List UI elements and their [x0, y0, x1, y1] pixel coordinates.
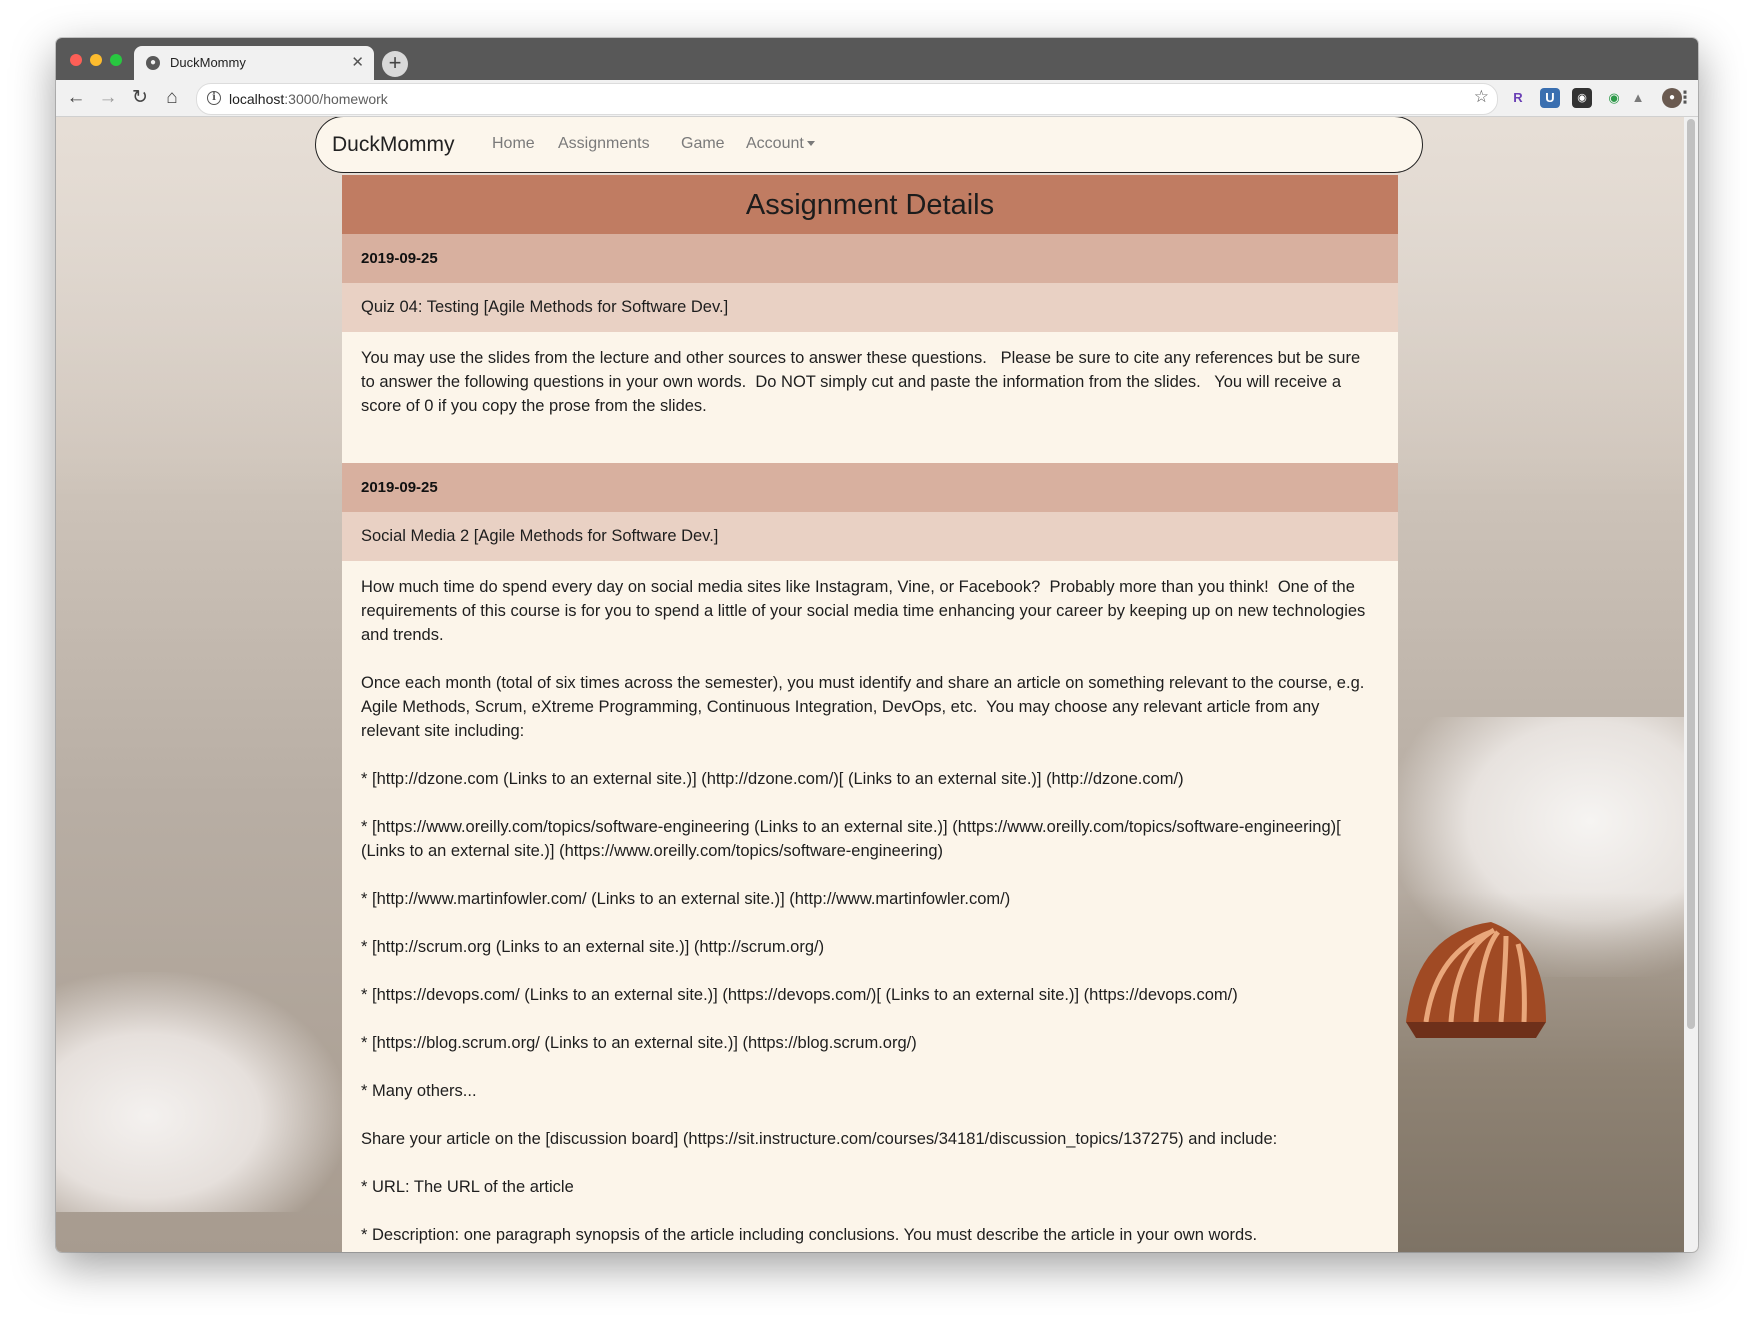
extension-drive-icon[interactable]: ▲ [1628, 88, 1648, 108]
description-paragraph: How much time do spend every day on soci… [361, 578, 1370, 644]
page-title: Assignment Details [342, 175, 1398, 234]
assignment-card: 2019-09-25 Social Media 2 [Agile Methods… [342, 463, 1398, 1247]
description-link-item: * [https://blog.scrum.org/ (Links to an … [361, 1034, 917, 1052]
extension-green-icon[interactable]: ◉ [1604, 88, 1624, 108]
description-link-item: * Many others... [361, 1082, 477, 1100]
description-paragraph: Share your article on the [discussion bo… [361, 1130, 1278, 1148]
scrollbar[interactable] [1684, 117, 1698, 1252]
browser-window: ● DuckMommy ✕ + ← → ↻ ⌂ i localhost:3000… [56, 38, 1698, 1252]
info-icon[interactable]: i [207, 91, 221, 105]
description-link-item: * [https://www.oreilly.com/topics/softwa… [361, 818, 1346, 860]
main-navbar: DuckMommy Home Assignments Game Account [315, 117, 1423, 173]
star-icon[interactable]: ☆ [1474, 87, 1489, 107]
scrollbar-thumb[interactable] [1687, 119, 1695, 1029]
description-link-item: * [http://scrum.org (Links to an externa… [361, 938, 825, 956]
assignment-details-panel: Assignment Details 2019-09-25 Quiz 04: T… [342, 175, 1398, 1252]
close-window-button[interactable] [70, 54, 82, 66]
browser-toolbar: ← → ↻ ⌂ i localhost:3000/homework ☆ R U … [56, 80, 1698, 117]
description-paragraph: Once each month (total of six times acro… [361, 674, 1369, 740]
description-link-item: * [https://devops.com/ (Links to an exte… [361, 986, 1238, 1004]
description-list-item: * URL: The URL of the article [361, 1178, 574, 1196]
assignment-date: 2019-09-25 [342, 234, 1398, 283]
brand-link[interactable]: DuckMommy [332, 133, 455, 157]
new-tab-button[interactable]: + [382, 51, 408, 77]
extension-incognito-icon[interactable]: ◉ [1572, 88, 1592, 108]
title-bar: ● DuckMommy ✕ + [56, 38, 1698, 80]
seashell-icon [1406, 922, 1546, 1038]
home-icon[interactable]: ⌂ [158, 84, 186, 112]
page-viewport: DuckMommy Home Assignments Game Account … [56, 117, 1698, 1252]
back-icon[interactable]: ← [62, 84, 90, 112]
caret-down-icon [806, 141, 815, 147]
assignment-card: 2019-09-25 Quiz 04: Testing [Agile Metho… [342, 234, 1398, 463]
account-dropdown[interactable]: Account [746, 135, 815, 153]
nav-link-assignments[interactable]: Assignments [558, 135, 650, 153]
account-label: Account [746, 135, 804, 152]
tab-title: DuckMommy [170, 55, 246, 70]
description-list-item: * Description: one paragraph synopsis of… [361, 1226, 1258, 1244]
minimize-window-button[interactable] [90, 54, 102, 66]
assignment-description: You may use the slides from the lecture … [342, 332, 1398, 463]
zoom-window-button[interactable] [110, 54, 122, 66]
extension-shield-icon[interactable]: U [1540, 88, 1560, 108]
description-paragraph: You may use the slides from the lecture … [361, 349, 1365, 415]
assignment-name: Quiz 04: Testing [Agile Methods for Soft… [342, 283, 1398, 332]
extension-r-icon[interactable]: R [1508, 88, 1528, 108]
description-link-item: * [http://dzone.com (Links to an externa… [361, 770, 1184, 788]
browser-tab[interactable]: ● DuckMommy ✕ [134, 46, 374, 80]
assignment-date: 2019-09-25 [342, 463, 1398, 512]
nav-link-game[interactable]: Game [681, 135, 725, 153]
globe-icon: ● [146, 56, 160, 70]
assignment-description: How much time do spend every day on soci… [342, 561, 1398, 1247]
menu-icon[interactable]: ⋮ [1676, 88, 1694, 108]
url-text[interactable]: localhost:3000/homework [229, 91, 388, 107]
reload-icon[interactable]: ↻ [126, 84, 154, 112]
address-bar[interactable]: i localhost:3000/homework ☆ [196, 83, 1498, 115]
forward-icon[interactable]: → [94, 84, 122, 112]
tab-close-icon[interactable]: ✕ [351, 53, 364, 71]
nav-link-home[interactable]: Home [492, 135, 535, 153]
assignment-name: Social Media 2 [Agile Methods for Softwa… [342, 512, 1398, 561]
description-link-item: * [http://www.martinfowler.com/ (Links t… [361, 890, 1011, 908]
